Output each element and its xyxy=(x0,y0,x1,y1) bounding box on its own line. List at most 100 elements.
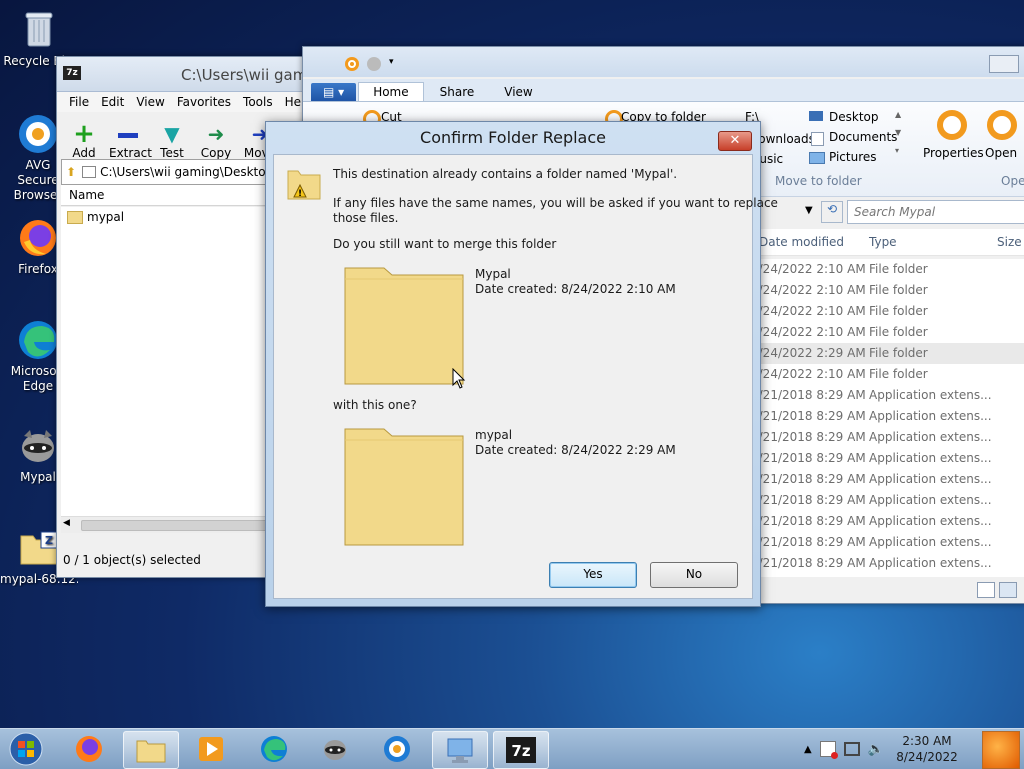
column-type[interactable]: Type xyxy=(869,235,897,249)
taskbar-media-player[interactable] xyxy=(184,731,238,767)
menu-file[interactable]: File xyxy=(69,95,89,109)
row-type: Application extens... xyxy=(869,451,992,465)
place-documents[interactable]: Documents xyxy=(829,130,897,144)
start-button[interactable] xyxy=(2,731,50,767)
extract-label: Extract xyxy=(109,146,152,160)
tab-home[interactable]: Home xyxy=(358,82,424,101)
taskbar-control-panel[interactable] xyxy=(432,731,488,769)
row-date-modified: 8/24/2022 2:10 AM xyxy=(751,325,866,339)
copy-arrow-icon: ➜ xyxy=(207,122,225,146)
place-pictures[interactable]: Pictures xyxy=(829,150,877,164)
place-desktop[interactable]: Desktop xyxy=(829,110,879,124)
places-scroll[interactable]: ▲ ▼ ▾ xyxy=(895,106,905,164)
dialog-message-2a: If any files have the same names, you wi… xyxy=(333,196,778,210)
system-tray: ▲ 🔈 xyxy=(804,741,884,759)
avg-browser-icon xyxy=(384,736,410,762)
scroll-thumb[interactable] xyxy=(81,520,293,531)
incoming-folder-name: mypal xyxy=(475,428,513,442)
search-input[interactable]: Search Mypal xyxy=(847,200,1024,224)
row-type: File folder xyxy=(869,304,928,318)
recycle-bin-icon xyxy=(16,8,60,52)
firefox-icon xyxy=(16,216,60,260)
existing-folder-name: Mypal xyxy=(475,267,511,281)
network-icon[interactable] xyxy=(843,742,860,756)
menu-view[interactable]: View xyxy=(136,95,164,109)
column-name[interactable]: Name xyxy=(69,188,104,202)
check-icon: ▼ xyxy=(164,122,180,146)
volume-icon[interactable]: 🔈 xyxy=(868,742,884,757)
edge-icon xyxy=(261,736,287,762)
raccoon-icon xyxy=(16,424,60,468)
row-type: Application extens... xyxy=(869,493,992,507)
plus-icon: + xyxy=(73,119,95,149)
column-size[interactable]: Size xyxy=(997,235,1022,249)
scroll-left-icon[interactable]: ◀ xyxy=(63,518,70,528)
tab-share[interactable]: Share xyxy=(426,83,489,101)
menu-edit[interactable]: Edit xyxy=(101,95,124,109)
row-date-modified: 3/21/2018 8:29 AM xyxy=(751,409,866,423)
warning-folder-icon: ! xyxy=(286,163,322,203)
menu-favorites[interactable]: Favorites xyxy=(177,95,231,109)
row-date-modified: 3/21/2018 8:29 AM xyxy=(751,388,866,402)
minimize-button[interactable] xyxy=(989,55,1019,73)
tray-expand-icon[interactable]: ▲ xyxy=(804,744,812,755)
taskbar-avg-browser[interactable] xyxy=(370,731,424,767)
refresh-icon[interactable]: ⟲ xyxy=(821,201,843,223)
pictures-place-icon xyxy=(809,152,825,164)
row-type: Application extens... xyxy=(869,409,992,423)
incoming-folder-date: Date created: 8/24/2022 2:29 AM xyxy=(475,443,676,457)
taskbar-mypal[interactable] xyxy=(308,731,362,767)
column-date-modified[interactable]: Date modified xyxy=(759,235,844,249)
row-type: File folder xyxy=(869,367,928,381)
row-type: Application extens... xyxy=(869,430,992,444)
row-date-modified: 3/21/2018 8:29 AM xyxy=(751,535,866,549)
row-type: Application extens... xyxy=(869,535,992,549)
properties-button[interactable]: Properties xyxy=(923,146,984,160)
tab-view[interactable]: View xyxy=(490,83,546,101)
open-button[interactable]: Open xyxy=(985,146,1017,160)
address-dropdown-icon[interactable]: ▼ xyxy=(805,205,813,216)
clock[interactable]: 2:30 AM 8/24/2022 xyxy=(892,733,962,765)
raccoon-icon xyxy=(324,740,346,760)
7zip-app-icon: 7z xyxy=(63,66,81,80)
dialog-message-2b: those files. xyxy=(333,211,399,225)
file-menu-button[interactable]: ▤ ▾ xyxy=(311,83,357,101)
show-desktop-button[interactable] xyxy=(982,731,1020,769)
taskbar-7zip[interactable]: 7z xyxy=(493,731,549,769)
open-group-label: Ope xyxy=(1001,174,1024,188)
taskbar-firefox[interactable] xyxy=(62,731,116,767)
details-view-icon[interactable] xyxy=(977,582,995,598)
add-button[interactable]: + Add xyxy=(65,119,103,160)
row-date-modified: 8/24/2022 2:10 AM xyxy=(751,283,866,297)
quick-access-properties-icon[interactable] xyxy=(345,57,359,71)
extract-button[interactable]: Extract xyxy=(109,122,152,160)
up-folder-icon[interactable]: ⬆ xyxy=(66,165,76,179)
mouse-cursor-icon xyxy=(452,367,466,393)
incoming-folder-icon[interactable] xyxy=(344,426,464,546)
dialog-close-button[interactable]: ✕ xyxy=(718,131,752,151)
menu-tools[interactable]: Tools xyxy=(243,95,273,109)
quick-access-dropdown-icon[interactable]: ▾ xyxy=(389,57,394,67)
yes-button[interactable]: Yes xyxy=(549,562,637,588)
row-date-modified: 3/21/2018 8:29 AM xyxy=(751,493,866,507)
copy-button[interactable]: ➜ Copy xyxy=(197,122,235,160)
taskbar-edge[interactable] xyxy=(247,731,301,767)
row-date-modified: 3/21/2018 8:29 AM xyxy=(751,472,866,486)
taskbar-file-explorer[interactable] xyxy=(123,731,179,769)
no-button[interactable]: No xyxy=(650,562,738,588)
move-to-group-label: Move to folder xyxy=(775,174,862,188)
folder-icon xyxy=(136,740,166,763)
svg-text:!: ! xyxy=(298,189,302,199)
test-button[interactable]: ▼ Test xyxy=(153,122,191,160)
quick-access-newfolder-icon[interactable] xyxy=(367,57,381,71)
existing-folder-icon[interactable] xyxy=(344,265,464,385)
copy-label: Copy xyxy=(200,146,232,160)
edge-icon xyxy=(16,318,60,362)
action-center-icon[interactable] xyxy=(819,741,838,759)
row-date-modified: 3/21/2018 8:29 AM xyxy=(751,514,866,528)
selection-status: 0 / 1 object(s) selected xyxy=(63,553,201,567)
large-icons-view-icon[interactable] xyxy=(999,582,1017,598)
taskbar: 7z ▲ 🔈 2:30 AM 8/24/2022 xyxy=(0,728,1024,769)
7zip-icon: 7z xyxy=(506,737,536,763)
monitor-icon xyxy=(447,738,473,763)
